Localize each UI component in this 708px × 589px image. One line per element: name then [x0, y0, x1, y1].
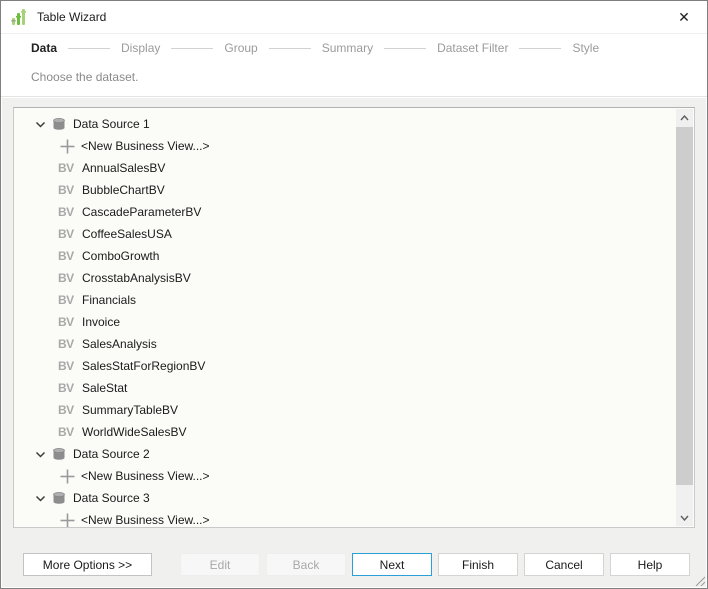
vertical-scrollbar[interactable]: [676, 109, 693, 526]
tree-row-salesanalysis[interactable]: BV SalesAnalysis: [14, 333, 676, 355]
dataset-tree: Data Source 1<New Business View...>BVAnn…: [14, 113, 676, 528]
tree-row-data-source-3[interactable]: Data Source 3: [14, 487, 676, 509]
tree-item-label: Data Source 3: [73, 491, 150, 505]
table-wizard-dialog: Table Wizard ✕ DataDisplayGroupSummaryDa…: [0, 0, 708, 589]
step-display[interactable]: Display: [121, 41, 160, 55]
tree-item-label: SalesStatForRegionBV: [82, 359, 205, 373]
database-icon: [51, 116, 67, 132]
step-dataset-filter[interactable]: Dataset Filter: [437, 41, 508, 55]
business-view-icon: BV: [58, 183, 78, 197]
business-view-icon: BV: [58, 403, 78, 417]
close-icon[interactable]: ✕: [673, 6, 695, 28]
chevron-down-icon[interactable]: [35, 119, 46, 130]
tree-row-cascadeparameterbv[interactable]: BV CascadeParameterBV: [14, 201, 676, 223]
database-icon: [51, 490, 67, 506]
step-data[interactable]: Data: [31, 41, 57, 55]
chevron-down-icon[interactable]: [35, 449, 46, 460]
tree-row-combogrowth[interactable]: BV ComboGrowth: [14, 245, 676, 267]
tree-item-label: SalesAnalysis: [82, 337, 157, 351]
next-button[interactable]: Next: [352, 553, 432, 576]
resize-grip[interactable]: [693, 574, 705, 586]
tree-row-annualsalesbv[interactable]: BV AnnualSalesBV: [14, 157, 676, 179]
footer-button-row: Edit Back Next Finish Cancel Help: [180, 553, 690, 576]
tree-item-label: <New Business View...>: [81, 139, 210, 153]
tree-row-new-business-view[interactable]: <New Business View...>: [14, 465, 676, 487]
finish-button[interactable]: Finish: [438, 553, 518, 576]
table-wizard-app-icon: [10, 8, 28, 26]
wizard-subtitle: Choose the dataset.: [1, 62, 707, 96]
tree-item-label: Data Source 1: [73, 117, 150, 131]
tree-item-label: <New Business View...>: [81, 513, 210, 527]
tree-item-label: SaleStat: [82, 381, 127, 395]
step-connector: [384, 48, 426, 49]
tree-row-crosstabanalysisbv[interactable]: BV CrosstabAnalysisBV: [14, 267, 676, 289]
back-button: Back: [266, 553, 346, 576]
chevron-down-icon[interactable]: [35, 493, 46, 504]
plus-icon: [60, 469, 75, 484]
tree-row-new-business-view[interactable]: <New Business View...>: [14, 135, 676, 157]
tree-row-summarytablebv[interactable]: BV SummaryTableBV: [14, 399, 676, 421]
tree-item-label: ComboGrowth: [82, 249, 159, 263]
cancel-button[interactable]: Cancel: [524, 553, 604, 576]
database-icon: [51, 446, 67, 462]
edit-button: Edit: [180, 553, 260, 576]
business-view-icon: BV: [58, 293, 78, 307]
tree-item-label: Data Source 2: [73, 447, 150, 461]
business-view-icon: BV: [58, 337, 78, 351]
tree-item-label: CrosstabAnalysisBV: [82, 271, 191, 285]
tree-item-label: BubbleChartBV: [82, 183, 165, 197]
step-connector: [171, 48, 213, 49]
tree-row-salestat[interactable]: BV SaleStat: [14, 377, 676, 399]
plus-icon: [60, 513, 75, 528]
tree-item-label: Invoice: [82, 315, 120, 329]
business-view-icon: BV: [58, 227, 78, 241]
business-view-icon: BV: [58, 315, 78, 329]
tree-item-label: WorldWideSalesBV: [82, 425, 186, 439]
step-style[interactable]: Style: [572, 41, 599, 55]
dataset-tree-panel: Data Source 1<New Business View...>BVAnn…: [13, 107, 695, 528]
business-view-icon: BV: [58, 381, 78, 395]
header-separator: [1, 96, 707, 97]
tree-item-label: <New Business View...>: [81, 469, 210, 483]
plus-icon: [60, 139, 75, 154]
business-view-icon: BV: [58, 161, 78, 175]
step-group[interactable]: Group: [224, 41, 257, 55]
business-view-icon: BV: [58, 205, 78, 219]
tree-item-label: CoffeeSalesUSA: [82, 227, 172, 241]
help-button[interactable]: Help: [610, 553, 690, 576]
step-connector: [519, 48, 561, 49]
tree-row-worldwidesalesbv[interactable]: BV WorldWideSalesBV: [14, 421, 676, 443]
tree-item-label: AnnualSalesBV: [82, 161, 165, 175]
tree-row-financials[interactable]: BV Financials: [14, 289, 676, 311]
scrollbar-thumb[interactable]: [676, 127, 693, 485]
tree-row-bubblechartbv[interactable]: BV BubbleChartBV: [14, 179, 676, 201]
dialog-body: Data Source 1<New Business View...>BVAnn…: [2, 98, 706, 587]
tree-item-label: CascadeParameterBV: [82, 205, 201, 219]
tree-row-new-business-view[interactable]: <New Business View...>: [14, 509, 676, 528]
step-summary[interactable]: Summary: [322, 41, 373, 55]
window-title: Table Wizard: [37, 10, 106, 24]
tree-row-invoice[interactable]: BV Invoice: [14, 311, 676, 333]
tree-row-data-source-2[interactable]: Data Source 2: [14, 443, 676, 465]
scrollbar-up-icon[interactable]: [676, 109, 693, 126]
tree-item-label: SummaryTableBV: [82, 403, 178, 417]
tree-row-salesstatforregionbv[interactable]: BV SalesStatForRegionBV: [14, 355, 676, 377]
tree-item-label: Financials: [82, 293, 136, 307]
more-options-button[interactable]: More Options >>: [23, 553, 152, 576]
tree-row-coffeesalesusa[interactable]: BV CoffeeSalesUSA: [14, 223, 676, 245]
business-view-icon: BV: [58, 271, 78, 285]
title-bar: Table Wizard ✕: [1, 1, 707, 34]
wizard-steps: Data Display Group Summary Dataset Filter Sty…: [1, 34, 707, 62]
scrollbar-down-icon[interactable]: [676, 509, 693, 526]
business-view-icon: BV: [58, 425, 78, 439]
step-connector: [68, 48, 110, 49]
business-view-icon: BV: [58, 359, 78, 373]
business-view-icon: BV: [58, 249, 78, 263]
step-connector: [269, 48, 311, 49]
tree-row-data-source-1[interactable]: Data Source 1: [14, 113, 676, 135]
